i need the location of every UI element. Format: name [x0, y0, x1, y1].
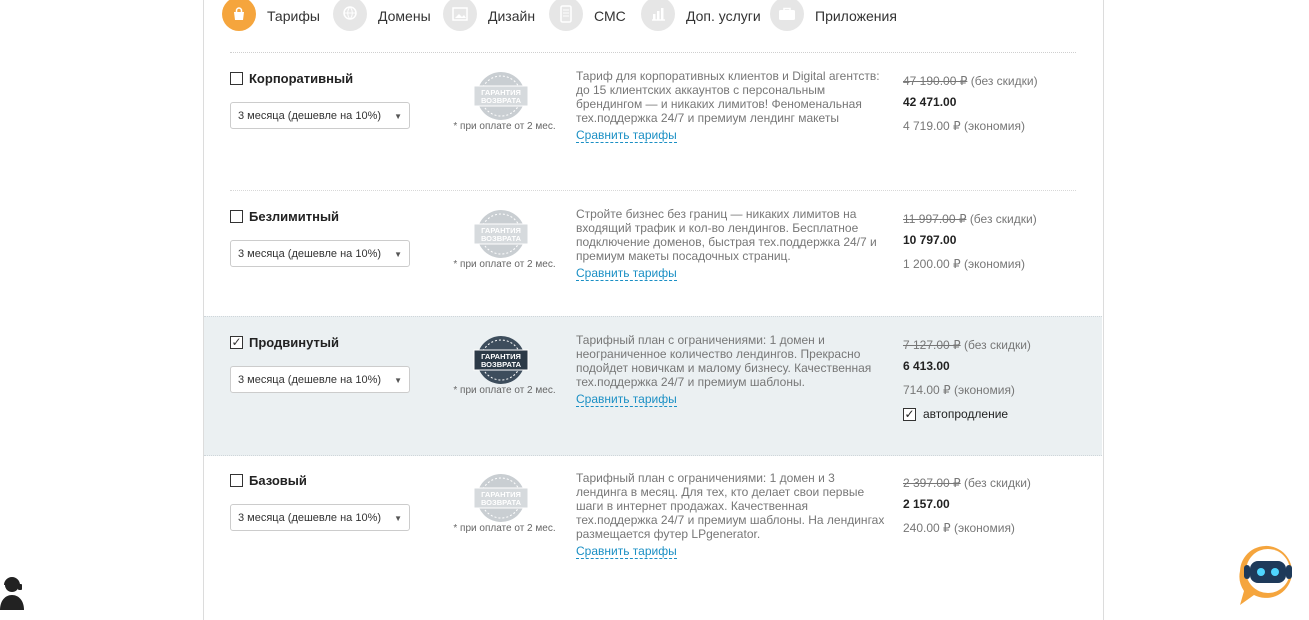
period-select[interactable]: 3 месяца (дешевле на 10%) ▼	[230, 240, 410, 267]
tab-label: Домены	[378, 8, 431, 24]
tab-sms[interactable]: СМС	[549, 0, 626, 32]
saving: 714.00 ₽ (экономия)	[903, 383, 1015, 397]
money-back-guarantee-icon: ГАРАНТИЯ ВОЗВРАТА	[473, 72, 529, 120]
old-price-suffix: (без скидки)	[964, 338, 1031, 352]
tab-apps[interactable]: Приложения	[770, 0, 897, 32]
category-tabs: Тарифы Домены Дизайн СМС Доп. услуги При…	[222, 0, 1082, 36]
period-select[interactable]: 3 месяца (дешевле на 10%) ▼	[230, 504, 410, 531]
badge-line2: ВОЗВРАТА	[481, 96, 522, 105]
money-back-guarantee-icon: ГАРАНТИЯ ВОЗВРАТА	[473, 210, 529, 258]
plan-name: Базовый	[249, 473, 307, 488]
badge-note: * при оплате от 2 мес.	[453, 385, 556, 396]
plan-name: Продвинутый	[249, 335, 339, 350]
bag-icon	[222, 0, 256, 31]
chat-bot-icon[interactable]	[1230, 541, 1302, 607]
compare-tariffs-link[interactable]: Сравнить тарифы	[576, 392, 677, 407]
new-price: 2 157.00	[903, 497, 950, 511]
saving: 1 200.00 ₽ (экономия)	[903, 257, 1025, 271]
plan-description: Тарифный план с ограничениями: 1 домен и…	[576, 333, 872, 389]
tab-label: Тарифы	[267, 8, 320, 24]
plan-row: Корпоративный 3 месяца (дешевле на 10%) …	[204, 60, 1102, 190]
chevron-down-icon: ▼	[394, 250, 402, 259]
tab-label: СМС	[594, 8, 626, 24]
www-globe-icon	[333, 0, 367, 31]
old-price-value: 2 397.00 ₽	[903, 476, 961, 490]
badge-note: * при оплате от 2 мес.	[453, 121, 556, 132]
plan-description: Тариф для корпоративных клиентов и Digit…	[576, 69, 880, 125]
compare-tariffs-link[interactable]: Сравнить тарифы	[576, 544, 677, 559]
phone-icon	[549, 0, 583, 31]
new-price: 42 471.00	[903, 95, 957, 109]
plan-name: Безлимитный	[249, 209, 340, 224]
badge-note: * при оплате от 2 мес.	[453, 259, 556, 270]
plan-checkbox[interactable]: ✓	[230, 336, 243, 349]
old-price-suffix: (без скидки)	[970, 74, 1038, 88]
new-price: 10 797.00	[903, 233, 957, 247]
plan-row: Базовый 3 месяца (дешевле на 10%) ▼ ГАРА…	[204, 462, 1102, 582]
period-select[interactable]: 3 месяца (дешевле на 10%) ▼	[230, 366, 410, 393]
badge-note: * при оплате от 2 мес.	[453, 523, 556, 534]
chevron-down-icon: ▼	[394, 112, 402, 121]
plan-row: Безлимитный 3 месяца (дешевле на 10%) ▼ …	[204, 198, 1102, 308]
saving: 4 719.00 ₽ (экономия)	[903, 119, 1025, 133]
period-select-value: 3 месяца (дешевле на 10%)	[238, 374, 382, 386]
image-icon	[443, 0, 477, 31]
compare-tariffs-link[interactable]: Сравнить тарифы	[576, 266, 677, 281]
old-price-suffix: (без скидки)	[964, 476, 1031, 490]
old-price-value: 47 190.00 ₽	[903, 74, 968, 88]
chart-icon	[641, 0, 675, 31]
period-select-value: 3 месяца (дешевле на 10%)	[238, 512, 382, 524]
tab-label: Доп. услуги	[686, 8, 761, 24]
old-price-value: 11 997.00 ₽	[903, 212, 967, 226]
plan-checkbox[interactable]	[230, 72, 243, 85]
tab-domains[interactable]: Домены	[333, 0, 431, 32]
plan-row: ✓ Продвинутый 3 месяца (дешевле на 10%) …	[204, 316, 1102, 456]
auto-renew-label: автопродление	[923, 407, 1009, 421]
briefcase-icon	[770, 0, 804, 31]
old-price: 47 190.00 ₽ (без скидки)	[903, 74, 1038, 88]
new-price: 6 413.00	[903, 359, 950, 373]
plan-checkbox[interactable]	[230, 210, 243, 223]
saving: 240.00 ₽ (экономия)	[903, 521, 1015, 535]
plan-description: Тарифный план с ограничениями: 1 домен и…	[576, 471, 885, 541]
plan-description: Стройте бизнес без границ — никаких лими…	[576, 207, 877, 263]
tab-label: Приложения	[815, 8, 897, 24]
badge-line2: ВОЗВРАТА	[481, 234, 522, 243]
money-back-guarantee-icon: ГАРАНТИЯ ВОЗВРАТА	[473, 336, 529, 384]
badge-line2: ВОЗВРАТА	[481, 360, 522, 369]
period-select-value: 3 месяца (дешевле на 10%)	[238, 110, 382, 122]
old-price: 11 997.00 ₽ (без скидки)	[903, 212, 1037, 226]
support-operator-icon[interactable]	[0, 573, 30, 610]
tab-label: Дизайн	[488, 8, 536, 24]
divider	[230, 52, 1076, 53]
plan-name: Корпоративный	[249, 71, 354, 86]
period-select-value: 3 месяца (дешевле на 10%)	[238, 248, 382, 260]
old-price-suffix: (без скидки)	[969, 212, 1037, 226]
divider	[230, 190, 1076, 191]
plan-checkbox[interactable]	[230, 474, 243, 487]
old-price-value: 7 127.00 ₽	[903, 338, 961, 352]
tab-design[interactable]: Дизайн	[443, 0, 535, 32]
old-price: 7 127.00 ₽ (без скидки)	[903, 338, 1031, 352]
auto-renew-checkbox[interactable]: ✓	[903, 407, 916, 421]
tab-tariffs[interactable]: Тарифы	[222, 0, 320, 32]
old-price: 2 397.00 ₽ (без скидки)	[903, 476, 1031, 490]
badge-line2: ВОЗВРАТА	[481, 498, 522, 507]
chevron-down-icon: ▼	[394, 514, 402, 523]
tab-extra-services[interactable]: Доп. услуги	[641, 0, 761, 32]
chevron-down-icon: ▼	[394, 376, 402, 385]
compare-tariffs-link[interactable]: Сравнить тарифы	[576, 128, 677, 143]
money-back-guarantee-icon: ГАРАНТИЯ ВОЗВРАТА	[473, 474, 529, 522]
period-select[interactable]: 3 месяца (дешевле на 10%) ▼	[230, 102, 410, 129]
auto-renew[interactable]: ✓ автопродление	[903, 407, 1008, 421]
